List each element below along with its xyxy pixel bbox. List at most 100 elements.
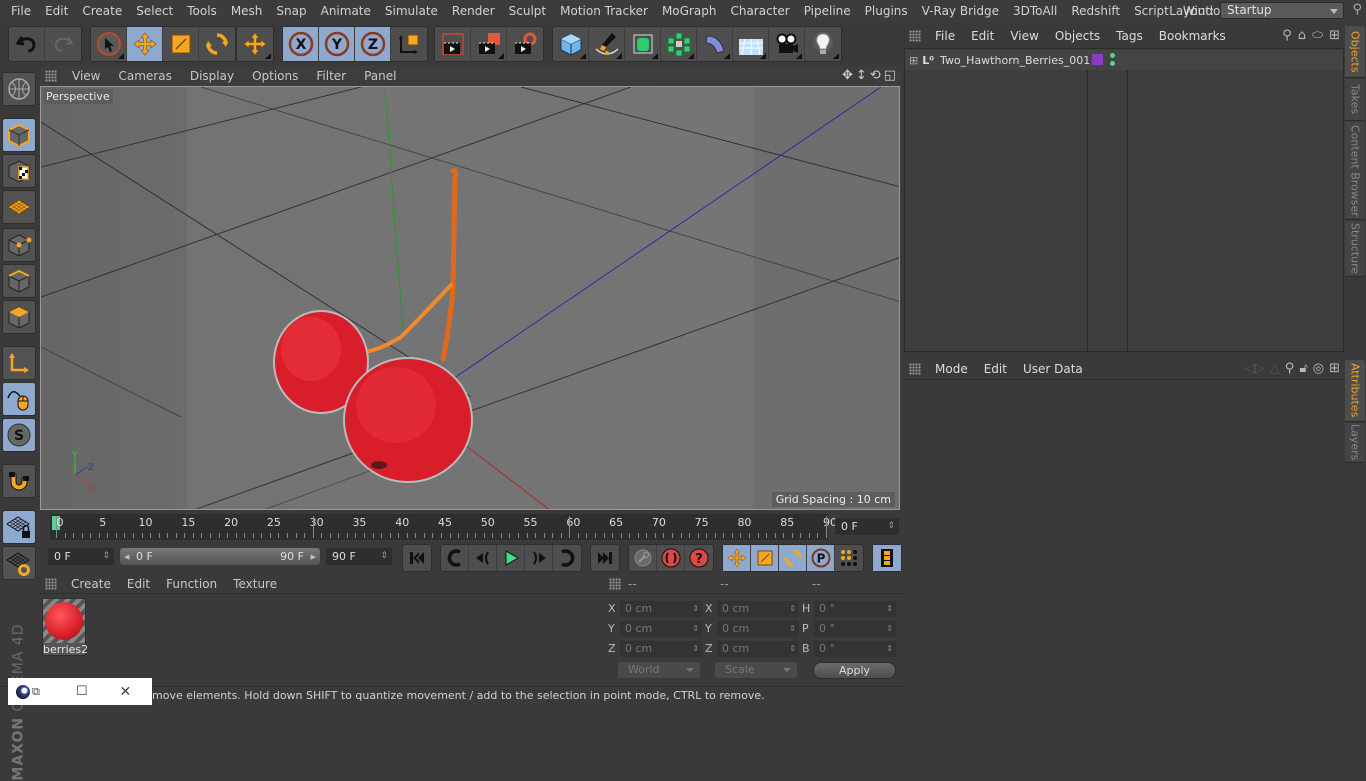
coordinate-space-dropdown[interactable]: World [618,662,700,678]
material-item[interactable]: berries2 [42,598,88,656]
make-editable-button[interactable] [2,72,36,106]
bend-button[interactable] [697,27,733,61]
render-settings-button[interactable] [507,27,543,61]
menu-select[interactable]: Select [129,0,180,22]
rotate-view-icon[interactable]: ⟲ [870,68,881,83]
render-visibility-dot[interactable] [1110,61,1115,66]
new-panel-icon[interactable]: ⊞ [1329,361,1340,376]
tab-attributes[interactable]: Attributes [1345,360,1365,422]
viewport-menu-view[interactable]: View [63,69,109,83]
solo-button[interactable]: S [2,418,36,452]
next-frame-button[interactable] [525,545,553,571]
up-icon[interactable]: △ [1270,361,1280,376]
om-menu-file[interactable]: File [927,29,963,43]
rot-b-field[interactable]: 0 ° [814,641,896,657]
tab-takes[interactable]: Takes [1345,79,1365,121]
lock-icon[interactable]: 🔓︎ [1299,361,1307,376]
toggle-view-icon[interactable]: ◱ [884,68,896,83]
hawthorn-berries-model[interactable] [273,168,473,483]
move-tool-button[interactable] [127,27,163,61]
apply-button[interactable]: Apply [813,662,896,679]
axis-mode-button[interactable] [2,346,36,380]
end-frame-field[interactable]: 90 F [326,548,392,565]
viewport-menu-panel[interactable]: Panel [355,69,405,83]
rot-h-field[interactable]: 0 ° [814,601,896,617]
om-menu-objects[interactable]: Objects [1047,29,1108,43]
x-axis-lock-button[interactable]: X [283,27,319,61]
menu-motion-tracker[interactable]: Motion Tracker [553,0,655,22]
om-menu-view[interactable]: View [1002,29,1046,43]
y-axis-lock-button[interactable]: Y [319,27,355,61]
search-icon[interactable]: ⚲ [1282,28,1292,43]
home-icon[interactable]: ⌂ [1298,28,1306,43]
om-menu-tags[interactable]: Tags [1108,29,1151,43]
viewport-menu-options[interactable]: Options [243,69,307,83]
menu-simulate[interactable]: Simulate [378,0,445,22]
go-to-end-button[interactable] [591,545,619,571]
material-menu-edit[interactable]: Edit [119,577,158,591]
pen-button[interactable] [589,27,625,61]
search-icon[interactable]: ⚲ [1352,2,1362,17]
viewport-menu-cameras[interactable]: Cameras [109,69,180,83]
menu-mograph[interactable]: MoGraph [655,0,724,22]
floor-button[interactable] [733,27,769,61]
am-menu-user-data[interactable]: User Data [1015,362,1091,376]
pla-track-button[interactable] [835,545,863,571]
tab-content-browser[interactable]: Content Browser [1345,122,1365,220]
editor-visibility-dot[interactable] [1110,53,1115,58]
panel-grip-icon[interactable] [909,30,921,42]
panel-grip-icon[interactable] [909,362,921,375]
panel-grip-icon[interactable] [609,577,621,590]
keyframe-selection-button[interactable]: ? [685,545,713,571]
scale-track-button[interactable] [751,545,779,571]
panel-grip-icon[interactable] [45,577,57,590]
model-mode-button[interactable] [2,118,36,152]
workplane-mode-button[interactable] [2,190,36,224]
size-y-field[interactable]: 0 cm [717,621,799,637]
size-z-field[interactable]: 0 cm [717,641,799,657]
menu-3dtoall[interactable]: 3DToAll [1006,0,1064,22]
texture-mode-button[interactable] [2,154,36,188]
menu-redshift[interactable]: Redshift [1064,0,1127,22]
expand-icon[interactable]: ⊞ [909,54,918,67]
layout-dropdown[interactable]: Startup [1220,2,1344,19]
dolly-view-icon[interactable]: ↕ [856,68,867,83]
size-x-field[interactable]: 0 cm [717,601,799,617]
close-icon[interactable]: ✕ [120,684,132,700]
preview-range-slider[interactable]: ◂ 0 F 90 F ▸ [120,548,320,565]
scale-tool-button[interactable] [163,27,199,61]
polygons-mode-button[interactable] [2,300,36,334]
range-left-arrow-icon[interactable]: ◂ [124,548,130,565]
recent-move-button[interactable] [237,27,273,61]
coordinate-system-button[interactable] [391,27,427,61]
menu-sculpt[interactable]: Sculpt [502,0,553,22]
restore-icon[interactable]: ⧉ [32,685,40,699]
current-frame-field[interactable]: 0 F [835,518,899,535]
viewport-menu-filter[interactable]: Filter [307,69,355,83]
target-icon[interactable]: ◎ [1313,361,1324,376]
menu-pipeline[interactable]: Pipeline [797,0,858,22]
am-menu-edit[interactable]: Edit [976,362,1015,376]
timeline-ruler[interactable]: 0 5 10 15 20 25 30 35 40 45 50 55 60 65 70 75 80 85 90 [50,514,837,540]
menu-render[interactable]: Render [445,0,502,22]
points-mode-button[interactable] [2,228,36,262]
minimized-window[interactable]: ⧉ ☐ ✕ [8,678,152,705]
menu-character[interactable]: Character [723,0,796,22]
new-panel-icon[interactable]: ⊞ [1329,28,1340,43]
menu-plugins[interactable]: Plugins [858,0,915,22]
subdivision-button[interactable] [625,27,661,61]
timeline-window-button[interactable] [873,545,901,571]
snap-button[interactable] [2,464,36,498]
rotate-tool-button[interactable] [199,27,235,61]
next-key-button[interactable] [553,545,581,571]
filter-icon[interactable]: ⬭ [1312,28,1323,43]
prev-key-button[interactable] [441,545,469,571]
object-name[interactable]: Two_Hawthorn_Berries_001 [940,54,1090,67]
edges-mode-button[interactable] [2,264,36,298]
size-mode-dropdown[interactable]: Scale [715,662,797,678]
cloner-button[interactable] [661,27,697,61]
material-menu-create[interactable]: Create [63,577,119,591]
live-selection-button[interactable] [91,27,127,61]
menu-create[interactable]: Create [75,0,129,22]
redo-button[interactable] [45,27,81,61]
